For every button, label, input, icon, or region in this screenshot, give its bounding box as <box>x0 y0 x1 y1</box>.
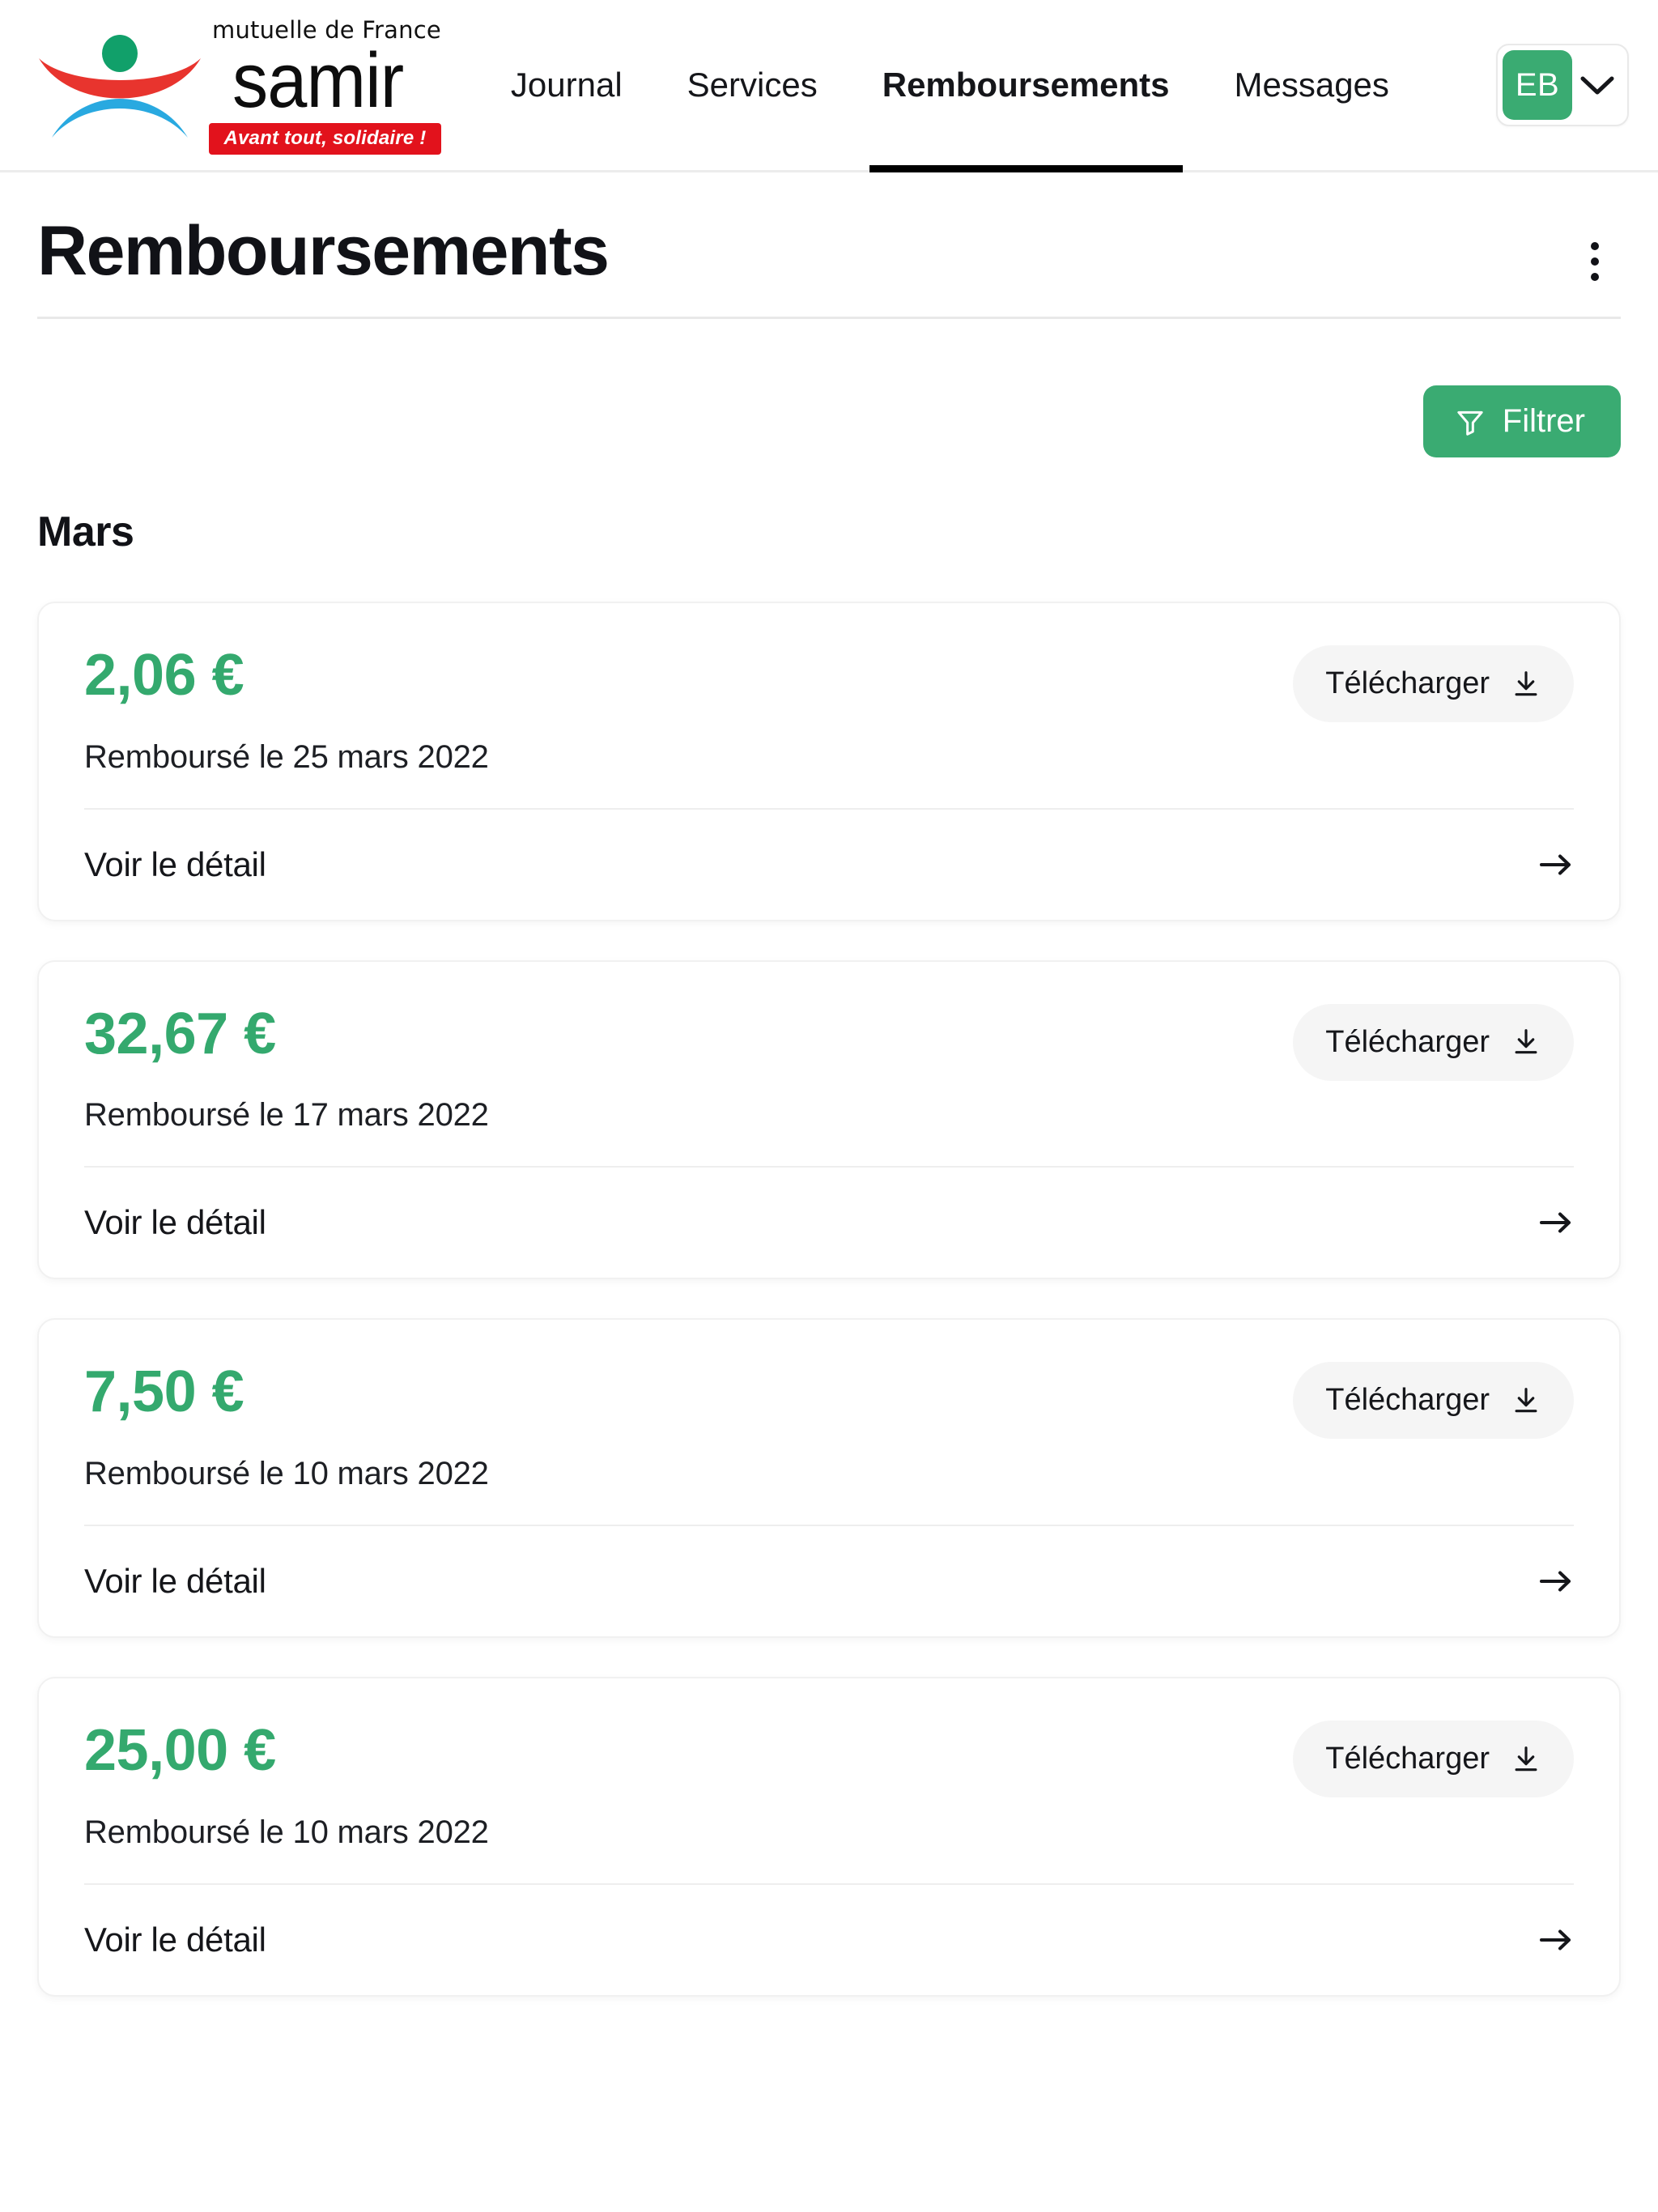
nav-item-journal[interactable]: Journal <box>478 0 655 170</box>
download-button[interactable]: Télécharger <box>1293 1003 1574 1081</box>
primary-nav-links: Journal Services Remboursements Messages <box>478 0 1496 172</box>
avatar: EB <box>1503 50 1572 120</box>
arrow-right-icon[interactable] <box>1538 1926 1574 1954</box>
top-navigation-bar: mutuelle de France samir Avant tout, sol… <box>0 0 1658 172</box>
download-button-label: Télécharger <box>1325 1383 1490 1418</box>
nav-item-services[interactable]: Services <box>655 0 850 170</box>
refund-card[interactable]: 32,67 € Remboursé le 17 mars 2022 Téléch… <box>37 959 1621 1280</box>
refund-date: Remboursé le 10 mars 2022 <box>84 1814 489 1850</box>
refund-card-summary: 2,06 € Remboursé le 25 mars 2022 <box>84 645 489 776</box>
download-button[interactable]: Télécharger <box>1293 1362 1574 1440</box>
download-button-label: Télécharger <box>1325 1024 1490 1059</box>
download-icon <box>1511 1385 1541 1416</box>
refund-amount: 2,06 € <box>84 643 244 708</box>
refund-date: Remboursé le 25 mars 2022 <box>84 738 489 775</box>
view-detail-label: Voir le détail <box>84 1920 266 1959</box>
brand-logo[interactable]: mutuelle de France samir Avant tout, sol… <box>34 19 441 155</box>
view-detail-label: Voir le détail <box>84 1203 266 1242</box>
account-menu[interactable]: EB <box>1496 44 1629 126</box>
download-button[interactable]: Télécharger <box>1293 645 1574 723</box>
download-icon <box>1511 1027 1541 1057</box>
view-detail-row[interactable]: Voir le détail <box>84 810 1574 920</box>
refund-amount: 7,50 € <box>84 1359 244 1425</box>
download-button-label: Télécharger <box>1325 1742 1490 1776</box>
kebab-menu-icon[interactable] <box>1569 236 1621 287</box>
refund-card-summary: 7,50 € Remboursé le 10 mars 2022 <box>84 1362 489 1492</box>
refund-card-header: 2,06 € Remboursé le 25 mars 2022 Télécha… <box>84 645 1574 776</box>
brand-name: samir <box>232 37 404 125</box>
arrow-right-icon[interactable] <box>1538 1209 1574 1236</box>
refund-card[interactable]: 25,00 € Remboursé le 10 mars 2022 Téléch… <box>37 1677 1621 1997</box>
refund-card-summary: 25,00 € Remboursé le 10 mars 2022 <box>84 1718 489 1851</box>
download-icon <box>1511 1744 1541 1775</box>
samir-swoosh-logo-icon <box>34 24 206 146</box>
refund-card-header: 7,50 € Remboursé le 10 mars 2022 Télécha… <box>84 1362 1574 1492</box>
refund-card[interactable]: 7,50 € Remboursé le 10 mars 2022 Télécha… <box>37 1318 1621 1639</box>
view-detail-row[interactable]: Voir le détail <box>84 1168 1574 1278</box>
nav-item-messages[interactable]: Messages <box>1202 0 1422 170</box>
filter-toolbar: Filtrer <box>0 319 1658 458</box>
refund-date: Remboursé le 10 mars 2022 <box>84 1456 489 1492</box>
filter-button-label: Filtrer <box>1502 403 1585 440</box>
brand-slogan: Avant tout, solidaire ! <box>209 122 441 155</box>
view-detail-row[interactable]: Voir le détail <box>84 1885 1574 1995</box>
month-group-heading: Mars <box>37 508 134 556</box>
arrow-right-icon[interactable] <box>1538 851 1574 878</box>
view-detail-label: Voir le détail <box>84 1562 266 1601</box>
chevron-down-icon[interactable] <box>1572 73 1622 97</box>
download-icon <box>1511 669 1541 700</box>
refund-date: Remboursé le 17 mars 2022 <box>84 1097 489 1134</box>
nav-item-remboursements[interactable]: Remboursements <box>850 0 1202 172</box>
funnel-icon <box>1454 406 1486 438</box>
download-button-label: Télécharger <box>1325 666 1490 701</box>
refund-amount: 32,67 € <box>84 1001 276 1066</box>
refund-card-header: 25,00 € Remboursé le 10 mars 2022 Téléch… <box>84 1718 1574 1851</box>
arrow-right-icon[interactable] <box>1538 1568 1574 1595</box>
page-header: Remboursements <box>0 172 1658 287</box>
refund-card[interactable]: 2,06 € Remboursé le 25 mars 2022 Télécha… <box>37 602 1621 921</box>
page-title: Remboursements <box>37 212 610 290</box>
view-detail-label: Voir le détail <box>84 844 266 883</box>
refund-card-summary: 32,67 € Remboursé le 17 mars 2022 <box>84 1001 489 1134</box>
refund-card-header: 32,67 € Remboursé le 17 mars 2022 Téléch… <box>84 1001 1574 1134</box>
download-button[interactable]: Télécharger <box>1293 1721 1574 1798</box>
refund-amount: 25,00 € <box>84 1718 276 1784</box>
filter-button[interactable]: Filtrer <box>1422 385 1621 458</box>
view-detail-row[interactable]: Voir le détail <box>84 1526 1574 1636</box>
brand-wordmark: mutuelle de France samir Avant tout, sol… <box>209 15 441 155</box>
refunds-list: 2,06 € Remboursé le 25 mars 2022 Télécha… <box>0 556 1658 1997</box>
